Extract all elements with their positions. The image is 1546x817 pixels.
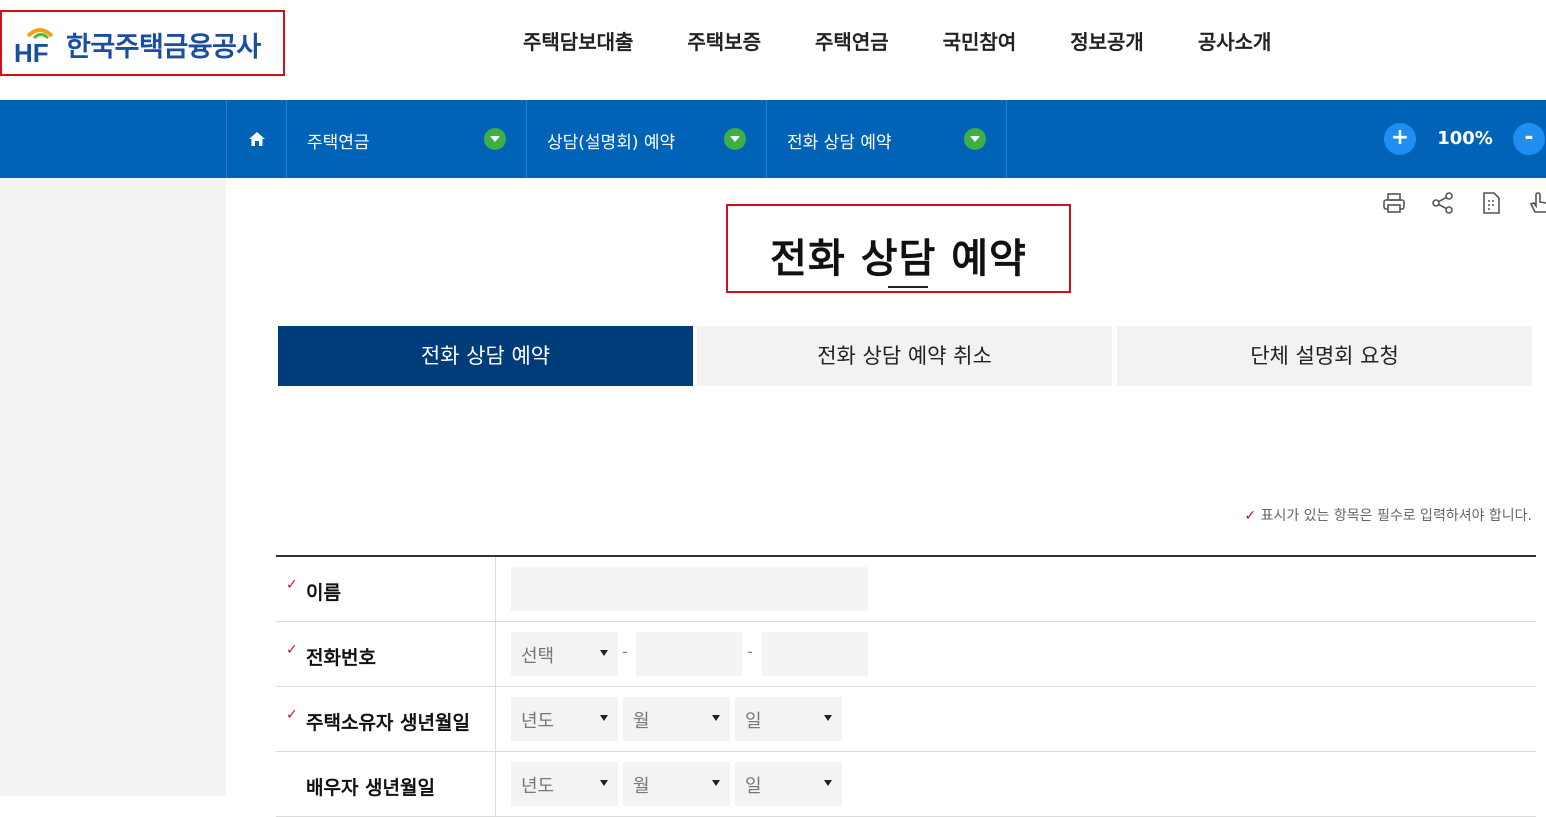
day-placeholder: 일 <box>745 776 762 797</box>
location-label-1: 주택연금 <box>307 133 370 153</box>
page-title-box: 전화 상담 예약 <box>726 204 1071 293</box>
title-underline <box>888 286 928 288</box>
tab-phone-reservation[interactable]: 전화 상담 예약 <box>278 326 693 386</box>
tab-cancel-reservation[interactable]: 전화 상담 예약 취소 <box>697 326 1112 386</box>
home-icon <box>248 132 265 146</box>
dropdown-arrow-icon <box>712 715 720 721</box>
chevron-down-icon <box>724 128 746 150</box>
required-check-icon: ✓ <box>286 577 298 593</box>
logo[interactable]: HF 한국주택금융공사 <box>0 10 285 76</box>
brand-name: 한국주택금융공사 <box>66 32 261 63</box>
gnb-item-loan[interactable]: 주택담보대출 <box>496 26 660 55</box>
share-icon[interactable] <box>1430 190 1456 216</box>
zoom-in-button[interactable]: + <box>1384 123 1416 155</box>
phone-middle-input[interactable] <box>636 632 742 676</box>
required-note: ✓ 표시가 있는 항목은 필수로 입력하셔야 합니다. <box>1244 505 1532 525</box>
dropdown-arrow-icon <box>824 715 832 721</box>
owner-birth-month-select[interactable]: 월 <box>623 697 730 741</box>
phone-prefix-value: 선택 <box>521 646 555 667</box>
month-placeholder: 월 <box>633 776 650 797</box>
phone-last-input[interactable] <box>762 632 868 676</box>
form-label-cell: 배우자 생년월일 <box>276 752 496 816</box>
logo-mark-text: HF <box>14 38 49 64</box>
owner-birth-label: 주택소유자 생년월일 <box>306 712 470 734</box>
name-label: 이름 <box>306 582 341 604</box>
chevron-down-icon <box>484 128 506 150</box>
gnb-item-disclosure[interactable]: 정보공개 <box>1043 26 1171 55</box>
form-label-cell: ✓ 주택소유자 생년월일 <box>276 687 496 751</box>
gnb-item-guarantee[interactable]: 주택보증 <box>660 26 788 55</box>
side-panel <box>0 178 226 796</box>
hf-logo-icon: HF <box>14 28 54 64</box>
dropdown-arrow-icon <box>712 780 720 786</box>
location-dropdown-1[interactable]: 주택연금 <box>287 100 527 178</box>
page-title: 전화 상담 예약 <box>770 236 1027 282</box>
home-button[interactable] <box>226 100 287 178</box>
location-label-3: 전화 상담 예약 <box>787 133 892 153</box>
form-row-name: ✓ 이름 <box>276 557 1536 622</box>
owner-birth-year-select[interactable]: 년도 <box>511 697 618 741</box>
day-placeholder: 일 <box>745 711 762 732</box>
spouse-birth-year-select[interactable]: 년도 <box>511 762 618 806</box>
print-icon[interactable] <box>1381 190 1407 216</box>
name-input[interactable] <box>511 567 868 611</box>
zoom-out-button[interactable]: - <box>1513 123 1545 155</box>
dropdown-arrow-icon <box>600 650 608 656</box>
gnb-item-pension[interactable]: 주택연금 <box>788 26 916 55</box>
document-icon[interactable] <box>1478 190 1504 216</box>
dropdown-arrow-icon <box>824 780 832 786</box>
form-label-cell: ✓ 전화번호 <box>276 622 496 686</box>
check-icon: ✓ <box>1244 508 1257 524</box>
form-row-spouse-birth: 배우자 생년월일 년도 월 일 <box>276 752 1536 817</box>
phone-dash: - <box>747 642 753 661</box>
dropdown-arrow-icon <box>600 715 608 721</box>
touch-icon[interactable] <box>1526 190 1546 216</box>
phone-prefix-select[interactable]: 선택 <box>511 632 618 676</box>
location-dropdown-3[interactable]: 전화 상담 예약 <box>767 100 1007 178</box>
global-nav: 주택담보대출 주택보증 주택연금 국민참여 정보공개 공사소개 <box>496 26 1298 55</box>
required-note-text: 표시가 있는 항목은 필수로 입력하셔야 합니다. <box>1260 508 1532 524</box>
phone-dash: - <box>622 642 628 661</box>
tab-group-session-request[interactable]: 단체 설명회 요청 <box>1117 326 1532 386</box>
spouse-birth-month-select[interactable]: 월 <box>623 762 730 806</box>
zoom-level: 100% <box>1437 128 1493 149</box>
spouse-birth-day-select[interactable]: 일 <box>735 762 842 806</box>
owner-birth-day-select[interactable]: 일 <box>735 697 842 741</box>
year-placeholder: 년도 <box>521 711 555 732</box>
required-check-icon: ✓ <box>286 707 298 723</box>
gnb-item-participation[interactable]: 국민참여 <box>916 26 1044 55</box>
dropdown-arrow-icon <box>600 780 608 786</box>
site-header: HF 한국주택금융공사 주택담보대출 주택보증 주택연금 국민참여 정보공개 공… <box>0 0 1546 100</box>
gnb-item-about[interactable]: 공사소개 <box>1171 26 1299 55</box>
month-placeholder: 월 <box>633 711 650 732</box>
form-label-cell: ✓ 이름 <box>276 557 496 621</box>
year-placeholder: 년도 <box>521 776 555 797</box>
chevron-down-icon <box>964 128 986 150</box>
form-row-phone: ✓ 전화번호 선택 - - <box>276 622 1536 687</box>
required-check-icon: ✓ <box>286 642 298 658</box>
phone-label: 전화번호 <box>306 647 376 669</box>
location-label-2: 상담(설명회) 예약 <box>547 133 676 153</box>
location-bar: 주택연금 상담(설명회) 예약 전화 상담 예약 + 100% - <box>0 100 1546 178</box>
form-row-owner-birth: ✓ 주택소유자 생년월일 년도 월 일 <box>276 687 1536 752</box>
location-dropdown-2[interactable]: 상담(설명회) 예약 <box>527 100 767 178</box>
